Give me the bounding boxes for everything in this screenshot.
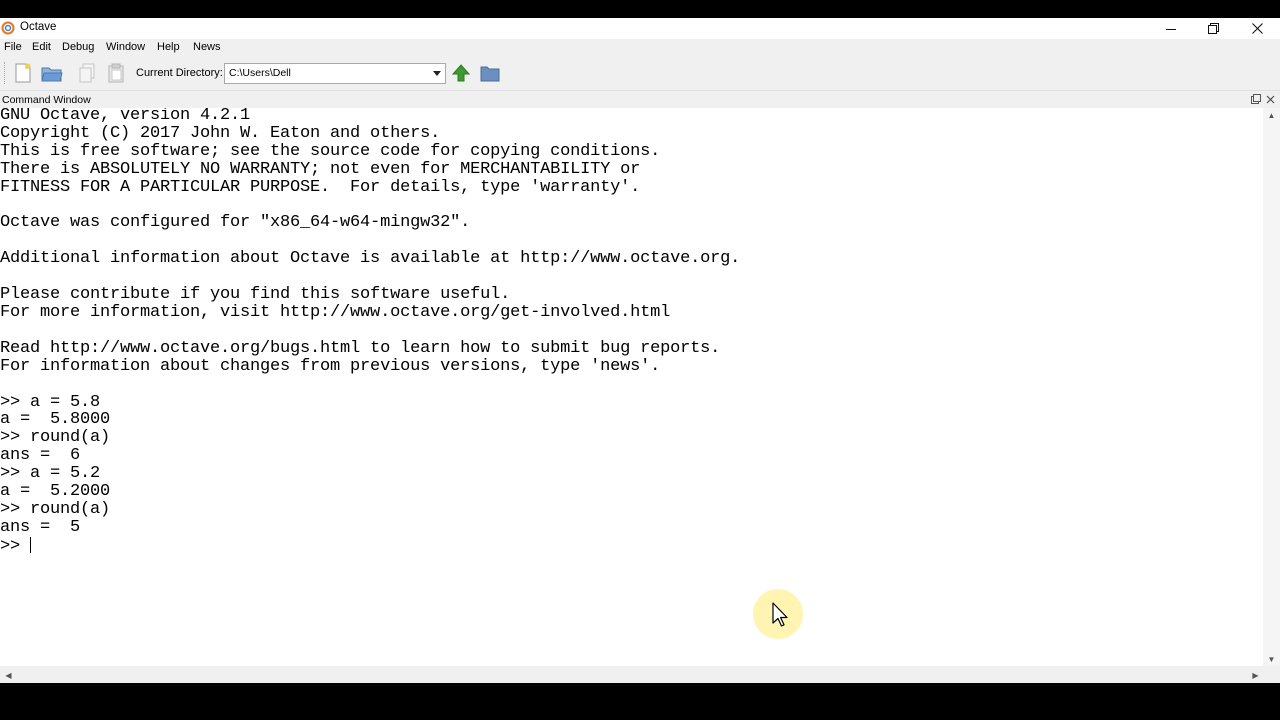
current-directory-label: Current Directory:: [136, 67, 223, 79]
up-directory-icon[interactable]: [449, 61, 473, 85]
scroll-left-icon[interactable]: ◀: [0, 668, 17, 682]
console-line: ans = 5: [0, 517, 81, 537]
console-line: Read http://www.octave.org/bugs.html to …: [0, 338, 721, 358]
console-line: >> round(a): [0, 499, 111, 519]
console-line: >> a = 5.8: [0, 392, 101, 412]
close-panel-icon[interactable]: [1264, 93, 1276, 105]
restore-button[interactable]: [1191, 18, 1235, 39]
console-line: FITNESS FOR A PARTICULAR PURPOSE. For de…: [0, 177, 641, 197]
console-line: This is free software; see the source co…: [0, 141, 661, 161]
menu-help[interactable]: Help: [157, 41, 180, 53]
mouse-pointer-icon: [752, 588, 804, 640]
new-file-icon[interactable]: [11, 61, 35, 85]
horizontal-scrollbar[interactable]: ◀ ▶: [0, 666, 1280, 683]
scroll-right-icon[interactable]: ▶: [1247, 668, 1264, 682]
octave-logo-icon: [1, 21, 15, 35]
minimize-button[interactable]: [1149, 18, 1193, 39]
console-line: Octave was configured for "x86_64-w64-mi…: [0, 213, 471, 233]
console-line: >> round(a): [0, 428, 111, 448]
console-line: Additional information about Octave is a…: [0, 249, 741, 269]
vertical-scroll-thumb[interactable]: [1265, 126, 1278, 646]
console-line: Copyright (C) 2017 John W. Eaton and oth…: [0, 123, 441, 143]
command-window-title: Command Window: [2, 94, 91, 106]
menu-bar: File Edit Debug Window Help News: [0, 39, 1280, 57]
menu-debug[interactable]: Debug: [62, 41, 94, 53]
text-cursor: [30, 536, 32, 553]
toolbar: Current Directory:: [0, 57, 1280, 90]
open-folder-icon[interactable]: [40, 61, 64, 85]
menu-window[interactable]: Window: [106, 41, 145, 53]
menu-file[interactable]: File: [4, 41, 22, 53]
paste-icon[interactable]: [104, 61, 128, 85]
console-line: GNU Octave, version 4.2.1: [0, 108, 251, 125]
toolbar-grip[interactable]: [4, 62, 8, 84]
title-bar: Octave: [0, 18, 1280, 39]
console-output: GNU Octave, version 4.2.1 Copyright (C) …: [0, 108, 740, 556]
menu-edit[interactable]: Edit: [32, 41, 51, 53]
window-title: Octave: [20, 21, 57, 33]
browse-folder-icon[interactable]: [478, 61, 502, 85]
console-prompt: >>: [0, 536, 31, 556]
console-line: For information about changes from previ…: [0, 356, 661, 376]
console-line: ans = 6: [0, 446, 81, 466]
scroll-up-icon[interactable]: ▲: [1263, 108, 1280, 122]
current-directory-value[interactable]: C:\Users\Dell: [229, 67, 291, 79]
console-line: For more information, visit http://www.o…: [0, 302, 671, 322]
vertical-scrollbar[interactable]: ▲ ▼: [1263, 108, 1280, 666]
command-window[interactable]: GNU Octave, version 4.2.1 Copyright (C) …: [0, 108, 1263, 666]
menu-news[interactable]: News: [193, 41, 221, 53]
copy-icon[interactable]: [76, 61, 100, 85]
console-line: Please contribute if you find this softw…: [0, 285, 511, 305]
console-line: >> a = 5.2: [0, 464, 101, 484]
close-button[interactable]: [1235, 18, 1279, 39]
current-directory-combobox[interactable]: C:\Users\Dell: [224, 63, 446, 84]
console-line: a = 5.2000: [0, 482, 111, 502]
command-window-header: Command Window: [0, 90, 1280, 108]
chevron-down-icon[interactable]: [428, 64, 445, 83]
undock-icon[interactable]: [1250, 93, 1262, 105]
console-line: a = 5.8000: [0, 410, 111, 430]
console-line: There is ABSOLUTELY NO WARRANTY; not eve…: [0, 159, 641, 179]
scroll-down-icon[interactable]: ▼: [1263, 652, 1280, 666]
